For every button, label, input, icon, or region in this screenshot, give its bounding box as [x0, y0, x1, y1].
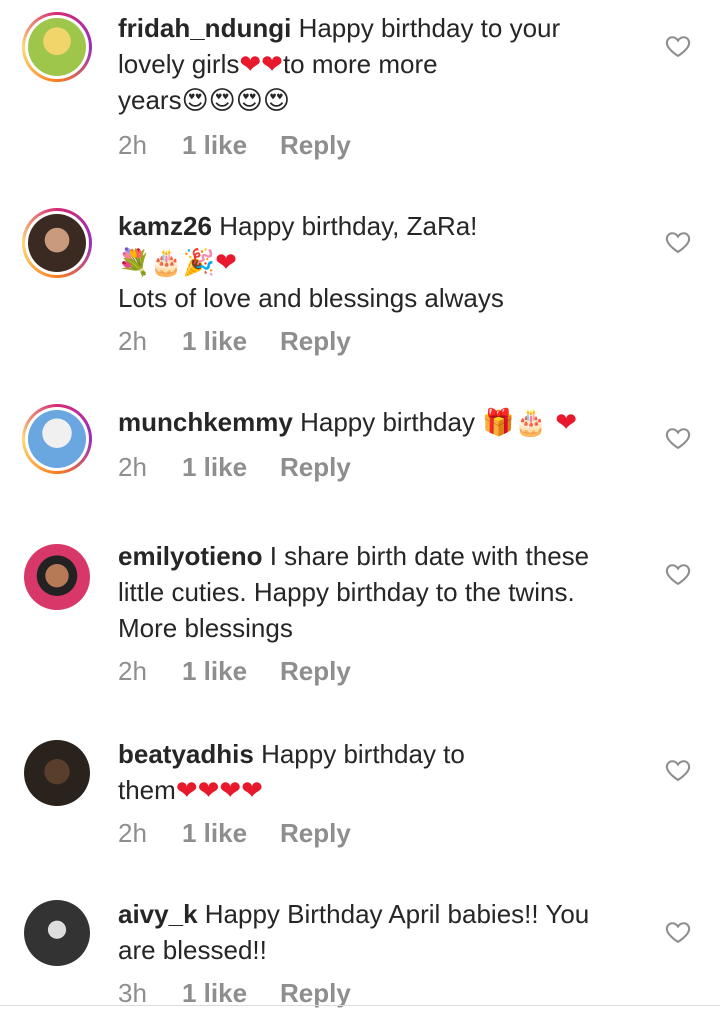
- comment-time: 2h: [118, 130, 147, 160]
- avatar[interactable]: [22, 738, 92, 808]
- reply-button[interactable]: Reply: [280, 452, 351, 482]
- comment-time: 2h: [118, 452, 147, 482]
- comment-username[interactable]: kamz26: [118, 211, 212, 241]
- heart-outline-icon[interactable]: [664, 228, 692, 256]
- divider: [0, 1005, 720, 1006]
- comment-body: Happy birthday, ZaRa!: [219, 211, 478, 241]
- comment-text: munchkemmy Happy birthday 🎁🎂 ❤: [118, 404, 638, 440]
- comment-body: Happy birthday: [300, 407, 475, 437]
- comment-meta: 2h 1 like Reply: [118, 656, 351, 686]
- avatar[interactable]: [22, 208, 92, 278]
- reply-button[interactable]: Reply: [280, 656, 351, 686]
- comment-likes[interactable]: 1 like: [182, 130, 280, 160]
- avatar[interactable]: [22, 12, 92, 82]
- comment-body: Happy Birthday April babies!! You: [204, 899, 590, 929]
- comment-time: 2h: [118, 326, 147, 356]
- comment-username[interactable]: beatyadhis: [118, 739, 254, 769]
- comment-body: Happy birthday to: [261, 739, 465, 769]
- heart-outline-icon[interactable]: [664, 918, 692, 946]
- reply-button[interactable]: Reply: [280, 326, 351, 356]
- comment-meta: 2h 1 like Reply: [118, 326, 351, 356]
- avatar[interactable]: [22, 542, 92, 612]
- heart-outline-icon[interactable]: [664, 424, 692, 452]
- comment-text: beatyadhis Happy birthday to them❤❤❤❤: [118, 736, 638, 808]
- comment-body: Happy birthday to your: [298, 13, 561, 43]
- comment-body: lovely girls: [118, 49, 240, 79]
- heart-emoji: ❤❤: [239, 50, 283, 80]
- comment-username[interactable]: emilyotieno: [118, 541, 262, 571]
- comment-likes[interactable]: 1 like: [182, 978, 280, 1008]
- reply-button[interactable]: Reply: [280, 978, 351, 1008]
- avatar[interactable]: [22, 898, 92, 968]
- comment-username[interactable]: aivy_k: [118, 899, 198, 929]
- comment-meta: 3h 1 like Reply: [118, 978, 351, 1008]
- comment-body: years: [118, 85, 182, 115]
- avatar[interactable]: [22, 404, 92, 474]
- comment-body: to more more: [282, 49, 438, 79]
- emoji-row: 🎁🎂 ❤: [482, 408, 577, 438]
- comment-body: are blessed!!: [118, 935, 267, 965]
- reply-button[interactable]: Reply: [280, 818, 351, 848]
- comment-username[interactable]: fridah_ndungi: [118, 13, 291, 43]
- comment-body: them: [118, 775, 176, 805]
- comment-meta: 2h 1 like Reply: [118, 130, 351, 160]
- comment-body: More blessings: [118, 613, 293, 643]
- comment-time: 2h: [118, 656, 147, 686]
- comment-text: emilyotieno I share birth date with thes…: [118, 538, 638, 646]
- comment-meta: 2h 1 like Reply: [118, 818, 351, 848]
- reply-button[interactable]: Reply: [280, 130, 351, 160]
- emoji-row: 💐🎂🎉❤: [118, 248, 237, 278]
- heart-outline-icon[interactable]: [664, 32, 692, 60]
- heart-emoji: ❤❤❤❤: [175, 776, 263, 806]
- comment-username[interactable]: munchkemmy: [118, 407, 293, 437]
- comment-body: little cuties. Happy birthday to the twi…: [118, 577, 575, 607]
- comment-body: Lots of love and blessings always: [118, 283, 504, 313]
- heart-eyes-emoji: 😍😍😍😍: [181, 86, 290, 116]
- comment-meta: 2h 1 like Reply: [118, 452, 351, 482]
- comment-time: 2h: [118, 818, 147, 848]
- comment-body: I share birth date with these: [269, 541, 590, 571]
- comment-likes[interactable]: 1 like: [182, 452, 280, 482]
- heart-outline-icon[interactable]: [664, 756, 692, 784]
- heart-outline-icon[interactable]: [664, 560, 692, 588]
- comment-text: fridah_ndungi Happy birthday to your lov…: [118, 10, 638, 118]
- comment-likes[interactable]: 1 like: [182, 818, 280, 848]
- comment-time: 3h: [118, 978, 147, 1008]
- comment-text: aivy_k Happy Birthday April babies!! You…: [118, 896, 638, 968]
- comment-text: kamz26 Happy birthday, ZaRa! 💐🎂🎉❤ Lots o…: [118, 208, 638, 316]
- comment-likes[interactable]: 1 like: [182, 656, 280, 686]
- comment-likes[interactable]: 1 like: [182, 326, 280, 356]
